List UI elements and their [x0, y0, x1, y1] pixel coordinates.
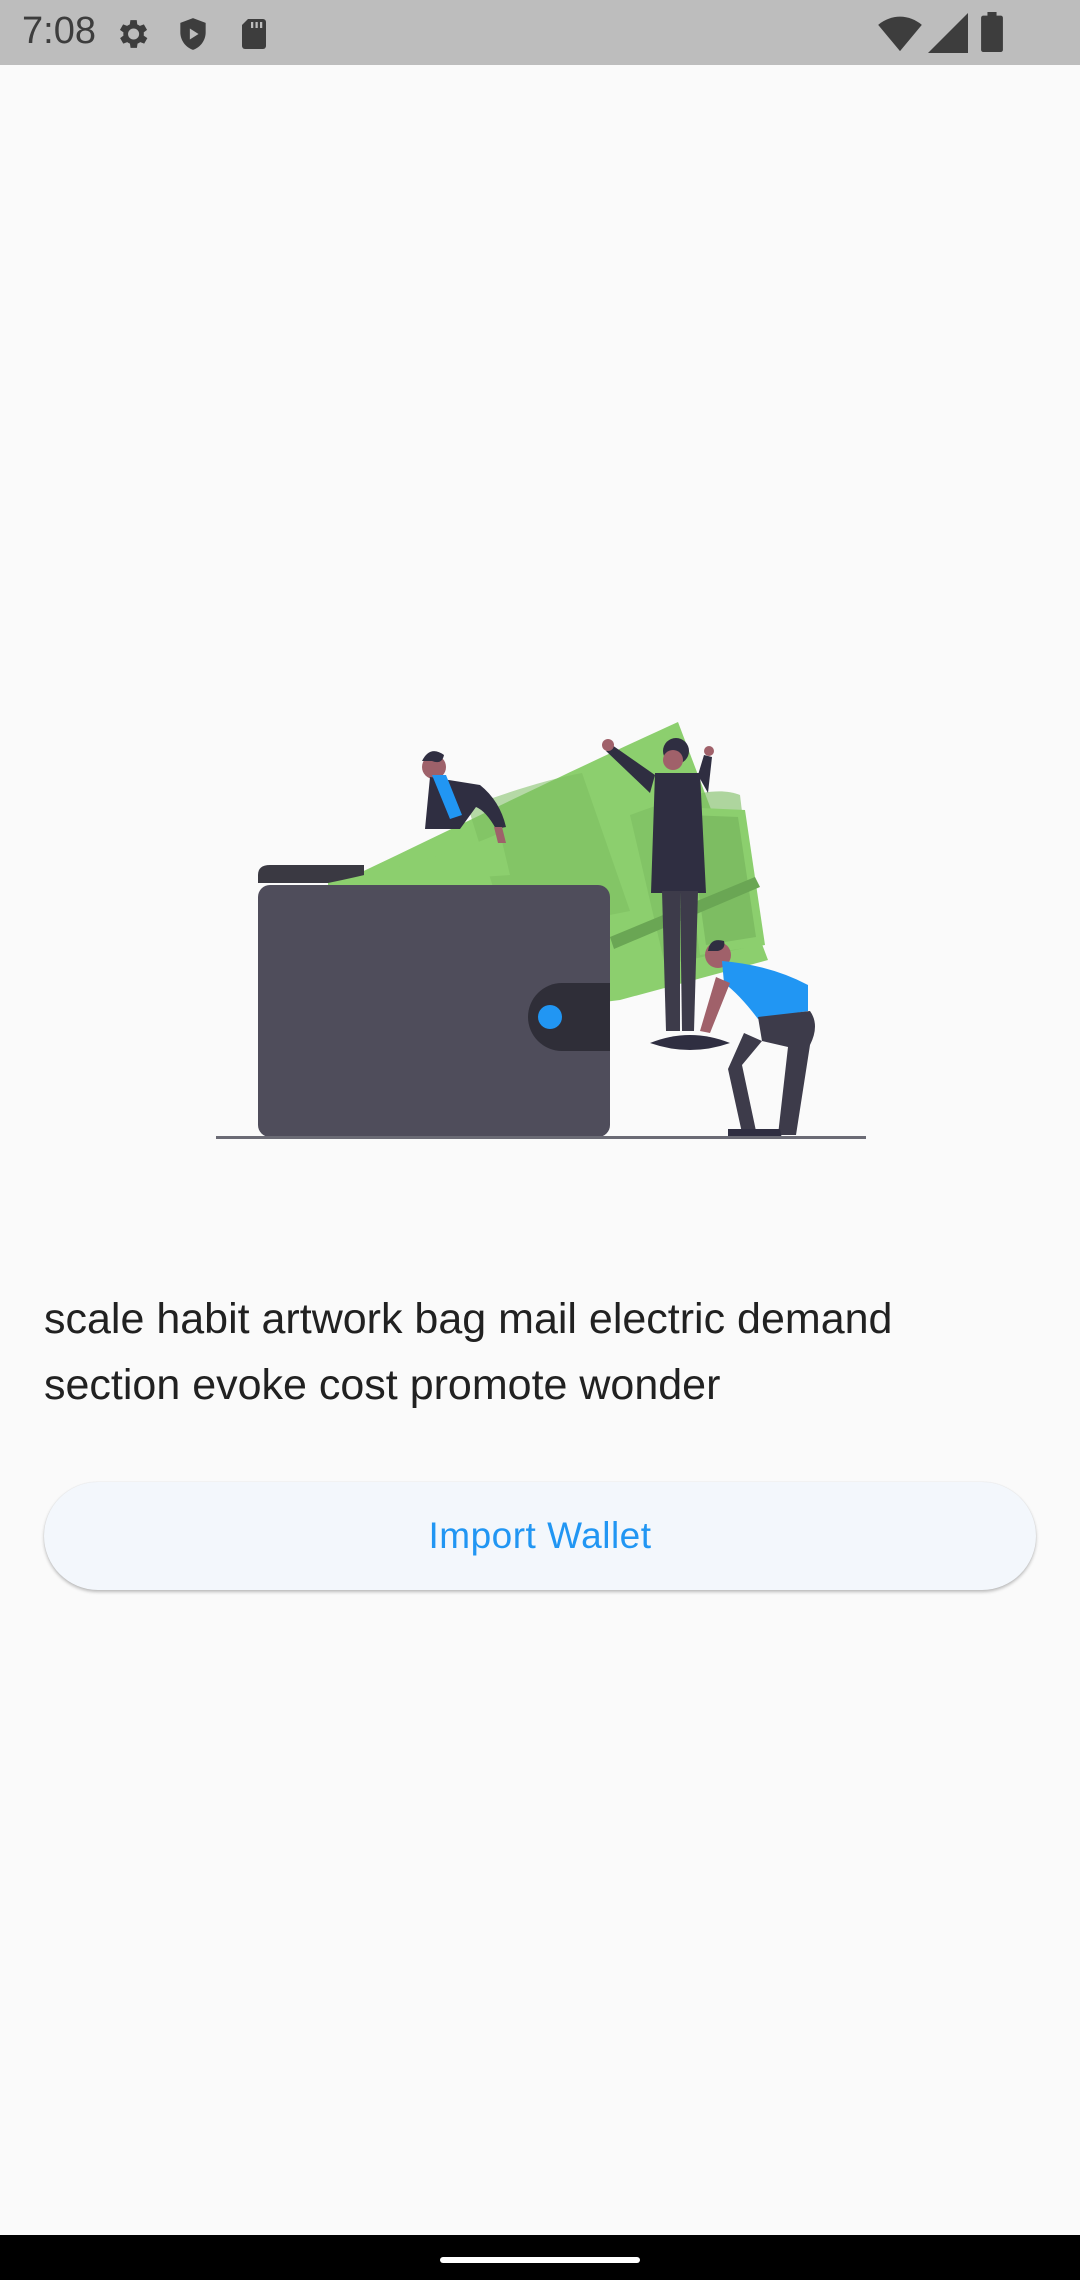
wifi-icon	[878, 16, 922, 52]
navigation-bar	[0, 2235, 1080, 2280]
home-gesture-handle[interactable]	[440, 2257, 640, 2263]
shield-icon	[180, 18, 206, 50]
recovery-phrase-text: scale habit artwork bag mail electric de…	[44, 1295, 893, 1409]
sd-card-icon	[242, 19, 266, 49]
battery-icon	[981, 12, 1003, 52]
main-content	[0, 65, 1080, 2235]
wallet-money-illustration	[216, 722, 866, 1139]
status-bar: 7:08	[0, 0, 1080, 65]
ground-line	[216, 1136, 866, 1139]
import-wallet-button-label: Import Wallet	[428, 1515, 652, 1556]
import-wallet-button[interactable]: Import Wallet	[44, 1482, 1036, 1590]
wallet-clasp-button	[538, 1005, 562, 1029]
status-time: 7:08	[22, 10, 96, 52]
cell-signal-icon	[928, 13, 968, 53]
gear-icon	[119, 20, 148, 48]
